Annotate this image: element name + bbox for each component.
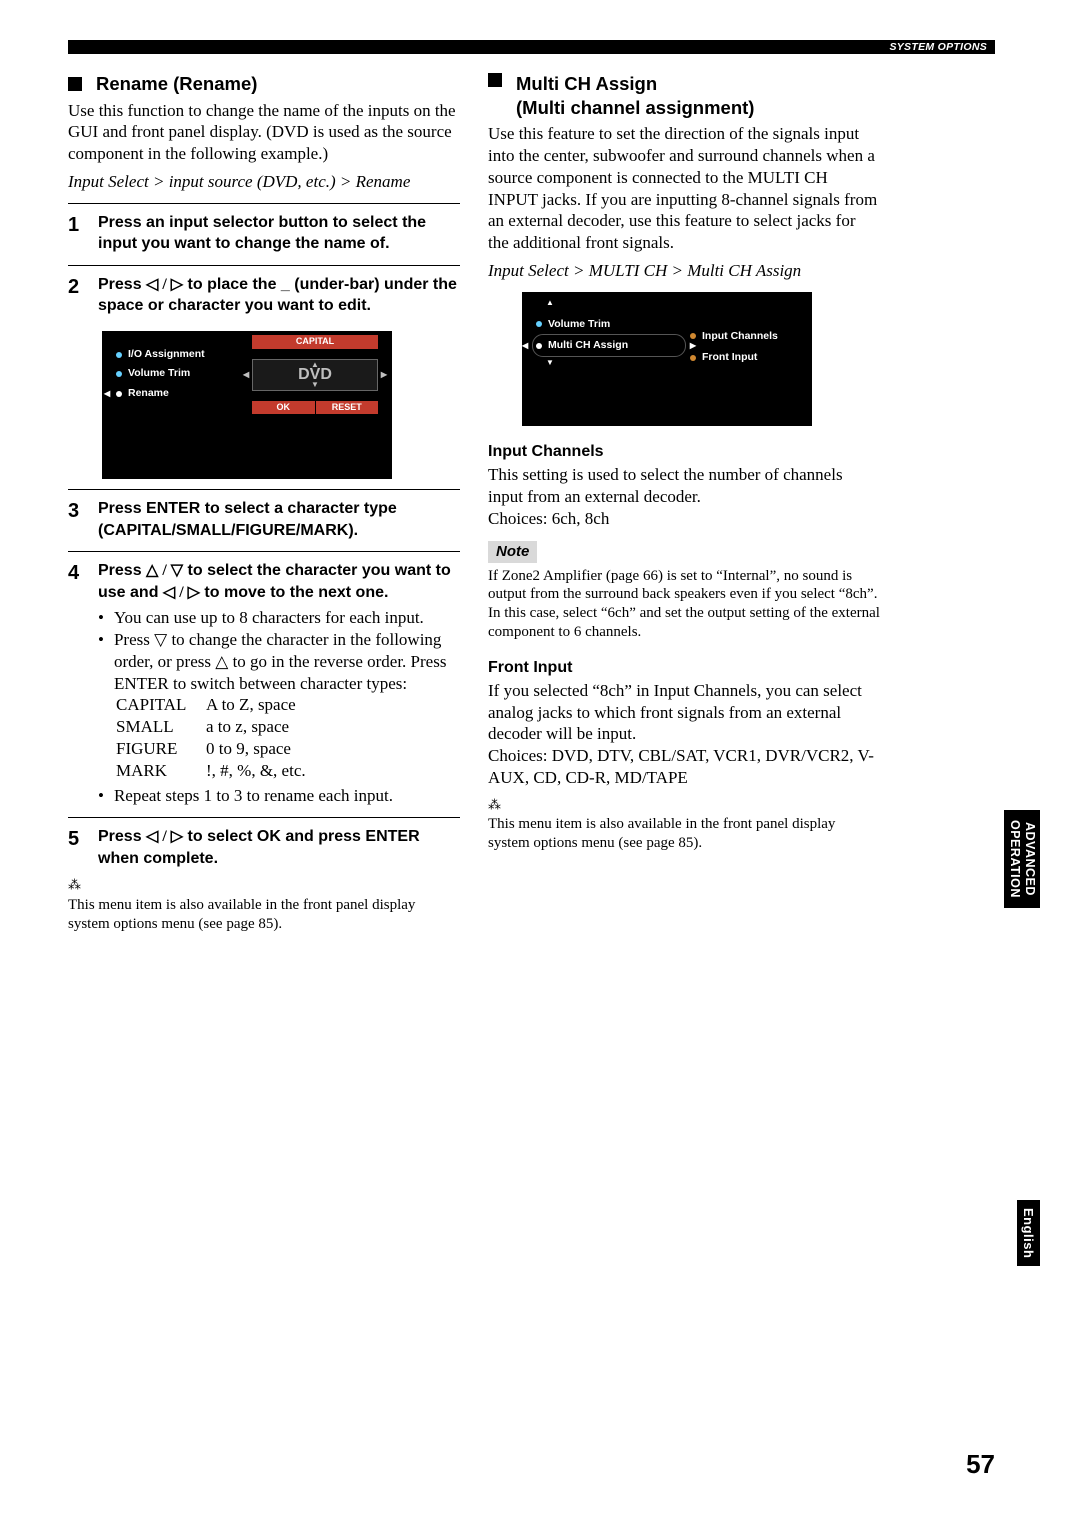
step-text: Press ◁ / ▷ to place the _ (under-bar) u…: [98, 274, 460, 317]
divider: [68, 489, 460, 490]
step-number: 4: [68, 560, 84, 603]
dot-icon: [116, 352, 122, 358]
step-3: 3 Press ENTER to select a character type…: [68, 498, 460, 541]
tip-text: This menu item is also available in the …: [488, 815, 880, 853]
right-column: Multi CH Assign (Multi channel assignmen…: [488, 72, 880, 933]
intro-text: Use this function to change the name of …: [68, 100, 460, 165]
gui-menu: I/O Assignment Volume Trim Rename: [116, 345, 244, 403]
step-number: 2: [68, 274, 84, 317]
left-right-icon: ◁ / ▷: [146, 828, 183, 845]
gui-submenu-item: Front Input: [690, 347, 778, 368]
step-number: 1: [68, 212, 84, 255]
divider: [68, 203, 460, 204]
gui-ok: OK: [252, 401, 316, 415]
dot-icon: [690, 333, 696, 339]
caret-up-icon: ▲: [546, 298, 554, 308]
tip-icon: ⁂: [68, 877, 460, 894]
char-type-table: CAPITALA to Z, space SMALLa to z, space …: [116, 694, 460, 781]
gui-ok-reset: OK RESET: [252, 401, 378, 415]
paragraph: If you selected “8ch” in Input Channels,…: [488, 680, 880, 745]
left-column: Rename (Rename) Use this function to cha…: [68, 72, 460, 933]
step-2: 2 Press ◁ / ▷ to place the _ (under-bar)…: [68, 274, 460, 317]
columns: Rename (Rename) Use this function to cha…: [68, 72, 995, 933]
bullet-dot-icon: •: [98, 785, 104, 807]
divider: [68, 551, 460, 552]
paragraph: This setting is used to select the numbe…: [488, 464, 880, 508]
section-heading-rename: Rename (Rename): [68, 72, 460, 96]
header-bar: SYSTEM OPTIONS: [68, 40, 995, 54]
gui-reset: RESET: [316, 401, 379, 415]
section-heading-multich: Multi CH Assign (Multi channel assignmen…: [488, 72, 880, 119]
gui-submenu: Input Channels Front Input: [690, 326, 778, 369]
up-icon: △: [215, 652, 228, 671]
step-5: 5 Press ◁ / ▷ to select OK and press ENT…: [68, 826, 460, 869]
tip-text: This menu item is also available in the …: [68, 896, 460, 934]
bullet-dot-icon: •: [98, 607, 104, 629]
dot-icon: [536, 321, 542, 327]
gui-menu-item-selected: Multi CH Assign: [536, 335, 668, 356]
left-right-icon: ◁ / ▷: [146, 276, 183, 293]
gui-menu-item: Volume Trim: [116, 364, 244, 383]
left-right-icon: ◁ / ▷: [163, 584, 200, 601]
divider: [68, 817, 460, 818]
gui-multich-screenshot: ▲ Volume Trim Multi CH Assign ▼ Input Ch…: [522, 292, 812, 426]
sub-heading: Front Input: [488, 658, 880, 678]
step-4: 4 Press △ / ▽ to select the character yo…: [68, 560, 460, 603]
step-text: Press ◁ / ▷ to select OK and press ENTER…: [98, 826, 460, 869]
note-label: Note: [488, 541, 537, 562]
note-text: If Zone2 Amplifier (page 66) is set to “…: [488, 567, 880, 642]
step-text: Press △ / ▽ to select the character you …: [98, 560, 460, 603]
gui-menu-item: Volume Trim: [536, 314, 668, 335]
breadcrumb: Input Select > MULTI CH > Multi CH Assig…: [488, 260, 880, 282]
side-tab-language: English: [1017, 1200, 1040, 1266]
gui-menu-item: I/O Assignment: [116, 345, 244, 364]
caret-right-icon: ▶: [381, 360, 387, 390]
gui-menu: Volume Trim Multi CH Assign: [536, 314, 668, 357]
dot-icon: [536, 343, 542, 349]
square-bullet-icon: [488, 73, 502, 87]
dot-icon: [690, 355, 696, 361]
bullet-list: •Repeat steps 1 to 3 to rename each inpu…: [98, 785, 460, 807]
bullet: • Press ▽ to change the character in the…: [98, 629, 460, 694]
intro-text: Use this feature to set the direction of…: [488, 123, 880, 254]
section-subtitle: (Multi channel assignment): [516, 97, 754, 118]
step-number: 3: [68, 498, 84, 541]
caret-down-icon: ▼: [546, 358, 554, 368]
gui-menu-item-selected: Rename: [116, 384, 244, 403]
gui-capital-label: CAPITAL: [252, 335, 378, 349]
gui-value-box: ◀ DVD ▶: [252, 359, 378, 391]
step-text: Press an input selector button to select…: [98, 212, 460, 255]
caret-left-icon: ◀: [243, 360, 249, 390]
gui-edit-panel: CAPITAL ◀ DVD ▶ OK RESET: [252, 335, 378, 414]
dot-icon: [116, 371, 122, 377]
gui-value: DVD: [298, 366, 332, 383]
divider: [68, 265, 460, 266]
bullet: •Repeat steps 1 to 3 to rename each inpu…: [98, 785, 460, 807]
page-number: 57: [966, 1449, 995, 1480]
gui-submenu-item: Input Channels: [690, 326, 778, 347]
square-bullet-icon: [68, 77, 82, 91]
down-icon: ▽: [154, 630, 167, 649]
header-section: SYSTEM OPTIONS: [889, 40, 987, 54]
bullet-list: •You can use up to 8 characters for each…: [98, 607, 460, 694]
gui-rename-screenshot: I/O Assignment Volume Trim Rename CAPITA…: [102, 331, 392, 479]
breadcrumb: Input Select > input source (DVD, etc.) …: [68, 171, 460, 193]
side-tab-advanced: ADVANCEDOPERATION: [1004, 810, 1040, 908]
page: SYSTEM OPTIONS Rename (Rename) Use this …: [0, 0, 1080, 1526]
tip-icon: ⁂: [488, 797, 880, 814]
choices: Choices: DVD, DTV, CBL/SAT, VCR1, DVR/VC…: [488, 745, 880, 789]
bullet-dot-icon: •: [98, 629, 104, 694]
step-1: 1 Press an input selector button to sele…: [68, 212, 460, 255]
choices: Choices: 6ch, 8ch: [488, 508, 880, 530]
sub-heading: Input Channels: [488, 442, 880, 462]
section-title: Rename (Rename): [96, 72, 257, 96]
step-text: Press ENTER to select a character type (…: [98, 498, 460, 541]
section-title: Multi CH Assign: [516, 73, 657, 94]
dot-icon: [116, 391, 122, 397]
bullet: •You can use up to 8 characters for each…: [98, 607, 460, 629]
up-down-icon: △ / ▽: [146, 562, 183, 579]
step-number: 5: [68, 826, 84, 869]
